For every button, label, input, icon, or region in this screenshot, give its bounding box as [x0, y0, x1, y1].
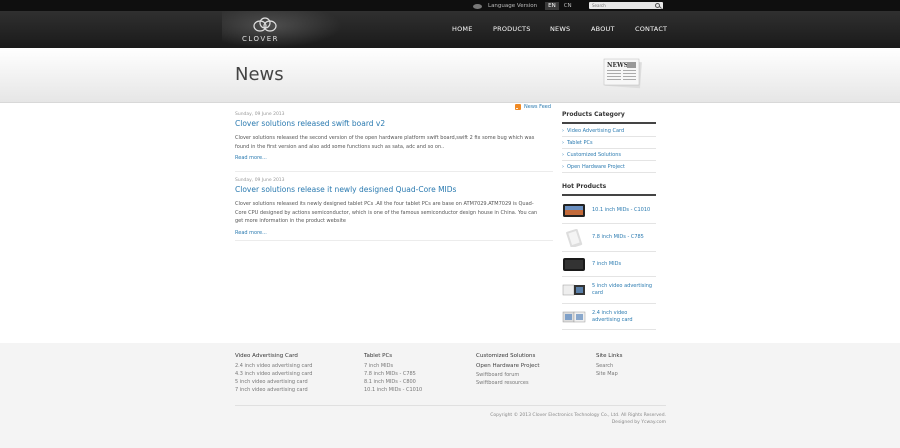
- chevron-right-icon: ›: [562, 163, 564, 170]
- page-title: News: [235, 64, 284, 85]
- hot-product-item[interactable]: 10.1 inch MIDs - C1010: [562, 197, 656, 224]
- hot-product-item[interactable]: 5 inch video advertising card: [562, 277, 656, 304]
- post-date: Sunday, 09 June 2013: [235, 112, 285, 117]
- search-box: [589, 2, 663, 9]
- footer-column: Tablet PCs 7 inch MIDs 7.8 inch MIDs - C…: [364, 353, 422, 395]
- footer-link[interactable]: Swiftboard resources: [476, 380, 540, 388]
- nav-news[interactable]: NEWS: [550, 25, 570, 33]
- footer-link[interactable]: Swiftboard forum: [476, 372, 540, 380]
- footer-column-title: Customized Solutions: [476, 353, 536, 359]
- footer-link[interactable]: 10.1 inch MIDs - C1010: [364, 387, 422, 395]
- products-category-heading: Products Category: [562, 111, 656, 124]
- main-nav: HOME PRODUCTS NEWS ABOUT CONTACT: [0, 11, 900, 48]
- copyright: Copyright © 2013 Clover Electronics Tech…: [490, 412, 666, 426]
- language-switcher: Language Version EN CN: [473, 1, 586, 10]
- category-video-advertising-card[interactable]: › Video Advertising Card: [562, 125, 656, 137]
- footer-link[interactable]: 2.4 inch video advertising card: [235, 363, 312, 371]
- chevron-right-icon: ›: [562, 139, 564, 146]
- footer-link[interactable]: Site Map: [596, 371, 622, 379]
- footer-link[interactable]: Search: [596, 363, 622, 371]
- globe-icon: [473, 3, 484, 9]
- chevron-right-icon: ›: [562, 151, 564, 158]
- post-title-link[interactable]: Clover solutions release it newly design…: [235, 185, 553, 196]
- hot-product-item[interactable]: 7 inch MIDs: [562, 252, 656, 277]
- footer-column: Site Links Search Site Map: [596, 353, 622, 379]
- footer-link-open-hardware[interactable]: Open Hardware Project: [476, 363, 540, 372]
- hot-product-item[interactable]: 2.4 inch video advertising card: [562, 304, 656, 330]
- read-more-link[interactable]: Read more...: [235, 155, 553, 165]
- news-feed-label: News Feed: [524, 104, 552, 110]
- nav-products[interactable]: PRODUCTS: [493, 25, 531, 33]
- designer-link[interactable]: Designed by Ycway.com: [612, 420, 666, 425]
- read-more-link[interactable]: Read more...: [235, 230, 553, 240]
- tablet-thumbnail: [563, 204, 585, 217]
- footer-column-title: Site Links: [596, 353, 623, 359]
- nav-contact[interactable]: CONTACT: [635, 25, 667, 33]
- post-body: Clover solutions released its newly desi…: [235, 201, 538, 224]
- language-en-link[interactable]: EN: [545, 1, 559, 10]
- svg-text:NEWS: NEWS: [607, 62, 628, 69]
- news-feed-link[interactable]: News Feed: [515, 103, 551, 111]
- footer-link[interactable]: 4.3 inch video advertising card: [235, 371, 312, 379]
- search-icon[interactable]: [655, 3, 660, 8]
- site-footer: Video Advertising Card 2.4 inch video ad…: [0, 343, 900, 448]
- category-open-hardware-project[interactable]: › Open Hardware Project: [562, 161, 656, 173]
- footer-column: Video Advertising Card 2.4 inch video ad…: [235, 353, 312, 395]
- category-customized-solutions[interactable]: › Customized Solutions: [562, 149, 656, 161]
- footer-link[interactable]: 7 inch MIDs: [364, 363, 422, 371]
- newspaper-icon: NEWS: [603, 58, 642, 89]
- footer-column-title: Video Advertising Card: [235, 353, 298, 359]
- nav-home[interactable]: HOME: [452, 25, 473, 33]
- category-tablet-pcs[interactable]: › Tablet PCs: [562, 137, 656, 149]
- search-input[interactable]: [592, 3, 652, 8]
- video-card-thumbnail: [562, 311, 586, 322]
- language-cn-link[interactable]: CN: [564, 3, 572, 9]
- nav-about[interactable]: ABOUT: [591, 25, 615, 33]
- chevron-right-icon: ›: [562, 127, 564, 134]
- news-post: Sunday, 09 June 2013 Clover solutions re…: [235, 178, 553, 241]
- page-title-band: News NEWS: [0, 48, 900, 103]
- language-label: Language Version: [488, 2, 538, 9]
- rss-icon: [515, 104, 521, 110]
- video-card-thumbnail: [562, 284, 585, 296]
- tablet-thumbnail: [563, 258, 585, 271]
- footer-link[interactable]: 8.1 inch MIDs - C800: [364, 379, 422, 387]
- footer-link[interactable]: 5 inch video advertising card: [235, 379, 312, 387]
- post-body: Clover solutions released the second ver…: [235, 135, 535, 150]
- tablet-thumbnail: [566, 228, 583, 247]
- footer-divider: [235, 405, 666, 406]
- top-bar: Language Version EN CN: [0, 0, 900, 11]
- footer-link[interactable]: 7 inch video advertising card: [235, 387, 312, 395]
- footer-column: Customized Solutions Open Hardware Proje…: [476, 353, 540, 388]
- hot-product-item[interactable]: 7.8 inch MIDs - C785: [562, 224, 656, 252]
- footer-link[interactable]: 7.8 inch MIDs - C785: [364, 371, 422, 379]
- news-post: Sunday, 09 June 2013 Clover solutions re…: [235, 112, 553, 172]
- post-title-link[interactable]: Clover solutions released swift board v2: [235, 119, 553, 130]
- post-date: Sunday, 09 June 2013: [235, 178, 285, 183]
- hot-products-heading: Hot Products: [562, 183, 656, 196]
- footer-column-title: Tablet PCs: [364, 353, 393, 359]
- copyright-text: Copyright © 2013 Clover Electronics Tech…: [490, 413, 666, 418]
